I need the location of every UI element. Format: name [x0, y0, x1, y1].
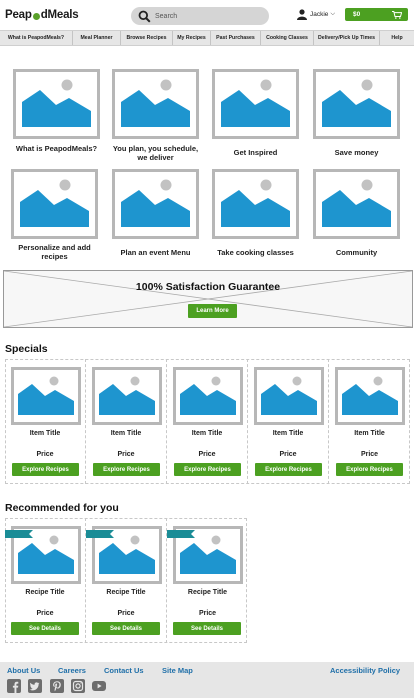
cart-button[interactable]: $0: [345, 8, 408, 21]
banner-title: 100% Satisfaction Guarantee: [135, 281, 281, 293]
feature-label[interactable]: What is PeapodMeals?: [13, 144, 100, 153]
recipe-card: Recipe Title Price See Details: [5, 518, 86, 643]
specials-title: Specials: [5, 343, 48, 355]
bookmark-ribbon-icon[interactable]: [86, 530, 114, 538]
explore-recipes-button[interactable]: Explore Recipes: [255, 463, 322, 476]
recipe-title[interactable]: Recipe Title: [5, 589, 85, 596]
feature-image[interactable]: [112, 169, 199, 239]
item-title[interactable]: Item Title: [329, 430, 410, 437]
nav-meal-planner[interactable]: Meal Planner: [73, 31, 121, 45]
cart-icon: [392, 10, 402, 19]
recipe-card: Recipe Title Price See Details: [86, 518, 167, 643]
banner-placeholder-image: [4, 271, 412, 327]
special-card: Item Title Price Explore Recipes: [248, 359, 329, 484]
recipe-price: Price: [36, 610, 54, 617]
search-placeholder: Search: [155, 12, 178, 20]
facebook-icon[interactable]: [7, 679, 21, 693]
feature-image[interactable]: [11, 169, 98, 239]
footer: About Us Careers Contact Us Site Map Acc…: [0, 662, 414, 698]
feature-image[interactable]: [13, 69, 100, 139]
see-details-button[interactable]: See Details: [173, 622, 241, 635]
item-title[interactable]: Item Title: [5, 430, 85, 437]
nav-browse-recipes[interactable]: Browse Recipes: [121, 31, 173, 45]
search-icon: [138, 10, 151, 23]
explore-recipes-button[interactable]: Explore Recipes: [12, 463, 79, 476]
page: Peap dMeals Search Jackie ⌵ $0 What is P…: [0, 0, 414, 698]
twitter-icon[interactable]: [28, 679, 42, 693]
header: Peap dMeals Search Jackie ⌵ $0: [0, 0, 414, 30]
explore-recipes-button[interactable]: Explore Recipes: [93, 463, 160, 476]
see-details-button[interactable]: See Details: [11, 622, 79, 635]
logo[interactable]: Peap dMeals: [5, 9, 79, 21]
feature-label[interactable]: Community: [313, 248, 400, 257]
main-nav: What is PeapodMeals? Meal Planner Browse…: [0, 30, 414, 46]
feature-image[interactable]: [112, 69, 199, 139]
special-image[interactable]: [11, 367, 81, 425]
special-image[interactable]: [254, 367, 324, 425]
chevron-down-icon: ⌵: [330, 11, 335, 17]
feature-label[interactable]: Personalize and add recipes: [5, 243, 104, 261]
user-name: Jackie: [310, 11, 329, 18]
youtube-icon[interactable]: [92, 679, 106, 693]
logo-prefix: Peap: [5, 9, 32, 21]
item-title[interactable]: Item Title: [248, 430, 328, 437]
feature-label[interactable]: You plan, you schedule, we deliver: [112, 144, 199, 162]
cart-amount: $0: [353, 11, 361, 18]
guarantee-banner: 100% Satisfaction Guarantee Learn More: [3, 270, 413, 328]
nav-what-is-peapodmeals[interactable]: What is PeapodMeals?: [0, 31, 73, 45]
feature-image[interactable]: [313, 69, 400, 139]
feature-label[interactable]: Get Inspired: [212, 148, 299, 157]
user-icon: [297, 9, 307, 20]
recipe-price: Price: [198, 610, 217, 617]
see-details-button[interactable]: See Details: [92, 622, 160, 635]
item-price: Price: [117, 451, 135, 458]
bookmark-ribbon-icon[interactable]: [5, 530, 33, 538]
bookmark-ribbon-icon[interactable]: [167, 530, 195, 538]
item-price: Price: [360, 451, 379, 458]
item-price: Price: [198, 451, 216, 458]
feature-label[interactable]: Save money: [313, 148, 400, 157]
instagram-icon[interactable]: [71, 679, 85, 693]
footer-link-accessibility[interactable]: Accessibility Policy: [330, 666, 400, 675]
nav-my-recipes[interactable]: My Recipes: [173, 31, 211, 45]
special-image[interactable]: [92, 367, 162, 425]
explore-recipes-button[interactable]: Explore Recipes: [336, 463, 403, 476]
feature-image[interactable]: [212, 69, 299, 139]
nav-past-purchases[interactable]: Past Purchases: [211, 31, 261, 45]
user-menu[interactable]: Jackie ⌵: [297, 9, 335, 20]
footer-link-careers[interactable]: Careers: [58, 666, 86, 675]
special-card: Item Title Price Explore Recipes: [329, 359, 410, 484]
recipe-price: Price: [117, 610, 135, 617]
footer-link-about-us[interactable]: About Us: [7, 666, 40, 675]
search-input[interactable]: Search: [131, 7, 269, 25]
explore-recipes-button[interactable]: Explore Recipes: [174, 463, 241, 476]
recipe-card: Recipe Title Price See Details: [167, 518, 248, 643]
recommended-title: Recommended for you: [5, 502, 119, 514]
recipe-title[interactable]: Recipe Title: [86, 589, 166, 596]
item-price: Price: [36, 451, 54, 458]
feature-image[interactable]: [212, 169, 299, 239]
footer-link-site-map[interactable]: Site Map: [162, 666, 193, 675]
special-image[interactable]: [335, 367, 405, 425]
learn-more-button[interactable]: Learn More: [188, 304, 237, 318]
item-title[interactable]: Item Title: [86, 430, 166, 437]
recipe-title[interactable]: Recipe Title: [167, 589, 248, 596]
feature-label[interactable]: Plan an event Menu: [107, 248, 204, 257]
feature-image[interactable]: [313, 169, 400, 239]
special-card: Item Title Price Explore Recipes: [86, 359, 167, 484]
item-price: Price: [279, 451, 297, 458]
special-card: Item Title Price Explore Recipes: [5, 359, 86, 484]
logo-dot-icon: [32, 12, 40, 20]
feature-label[interactable]: Take cooking classes: [206, 248, 305, 257]
footer-link-contact-us[interactable]: Contact Us: [104, 666, 144, 675]
nav-delivery-pickup-times[interactable]: Delivery/Pick Up Times: [314, 31, 380, 45]
item-title[interactable]: Item Title: [167, 430, 247, 437]
special-image[interactable]: [173, 367, 243, 425]
logo-suffix: dMeals: [40, 9, 79, 21]
special-card: Item Title Price Explore Recipes: [167, 359, 248, 484]
pinterest-icon[interactable]: [50, 679, 64, 693]
nav-cooking-classes[interactable]: Cooking Classes: [261, 31, 314, 45]
nav-help[interactable]: Help: [380, 31, 414, 45]
